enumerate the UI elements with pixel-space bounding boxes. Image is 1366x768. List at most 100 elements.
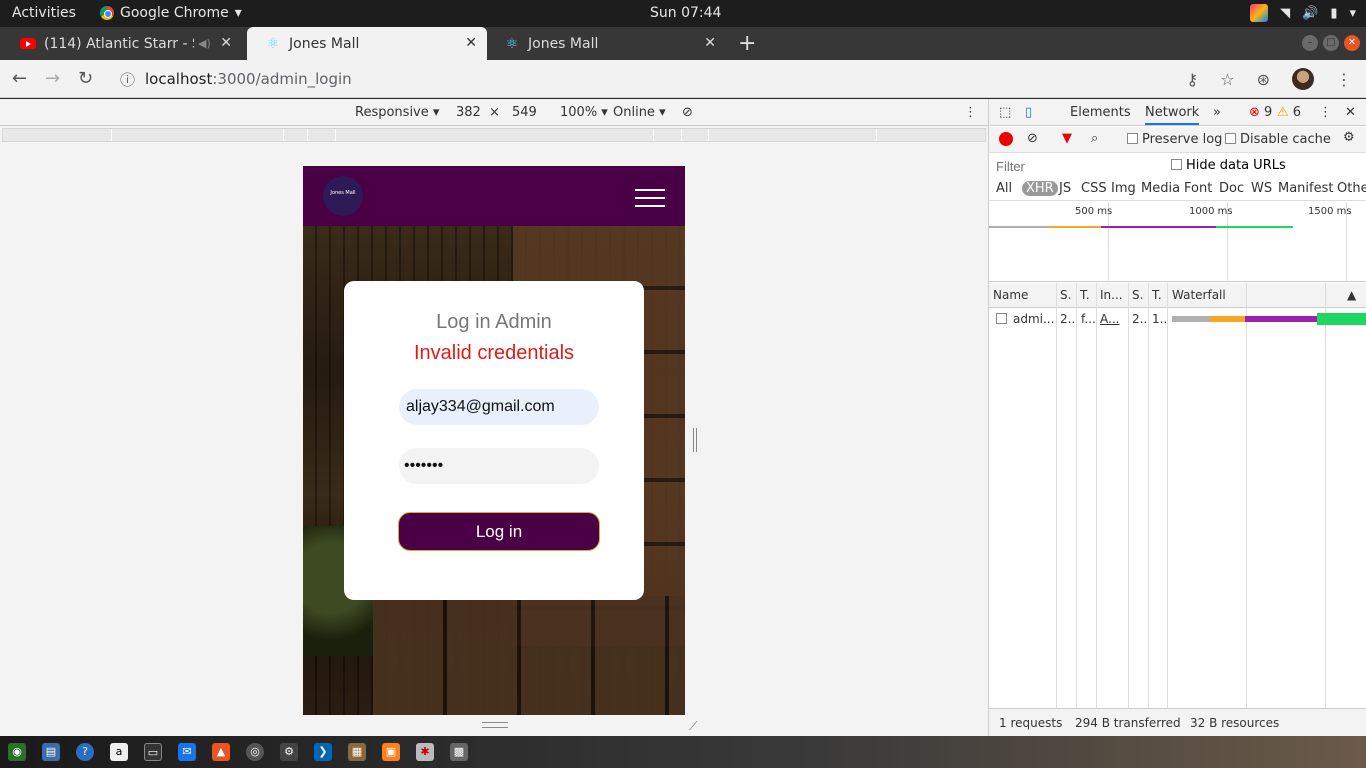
- system-menu-icon[interactable]: ▾: [1349, 6, 1356, 21]
- col-waterfall[interactable]: Waterfall: [1172, 288, 1226, 302]
- device-resize-handle-bottom[interactable]: [482, 722, 508, 728]
- filter-img[interactable]: Img: [1111, 181, 1136, 196]
- devtools-close-icon[interactable]: ✕: [1345, 105, 1356, 120]
- archive-icon[interactable]: ▩: [450, 743, 468, 761]
- col-name[interactable]: Name: [993, 288, 1028, 302]
- extension-icon[interactable]: ⊛: [1257, 70, 1270, 89]
- volume-icon[interactable]: 🔊: [1302, 6, 1318, 21]
- profile-avatar[interactable]: [1292, 68, 1314, 90]
- warning-count[interactable]: ⚠ 6: [1277, 105, 1301, 120]
- vscode-icon[interactable]: ❯: [314, 743, 332, 761]
- wifi-icon[interactable]: ◥: [1280, 6, 1290, 21]
- filter-js[interactable]: JS: [1059, 181, 1071, 196]
- resize-corner-icon[interactable]: ⟋: [689, 719, 697, 734]
- close-window-button[interactable]: ✕: [1344, 35, 1360, 51]
- filter-manifest[interactable]: Manifest: [1278, 181, 1333, 196]
- preserve-log-checkbox[interactable]: Preserve log: [1127, 132, 1222, 147]
- col-size[interactable]: S.: [1132, 288, 1143, 302]
- col-type[interactable]: T.: [1080, 288, 1090, 302]
- hide-data-urls-checkbox[interactable]: Hide data URLs: [1171, 158, 1286, 173]
- request-row[interactable]: admi... 2.. f... A... 2.. 1..: [989, 309, 1366, 331]
- amazon-icon[interactable]: a: [110, 743, 128, 761]
- filter-xhr[interactable]: XHR: [1022, 181, 1058, 196]
- thunderbird-icon[interactable]: ✉: [178, 743, 196, 761]
- row-name[interactable]: admi...: [1013, 312, 1054, 326]
- clock[interactable]: Sun 07:44: [650, 5, 721, 21]
- row-initiator[interactable]: A...: [1100, 312, 1119, 326]
- filter-input[interactable]: [993, 157, 1153, 175]
- col-status[interactable]: S.: [1060, 288, 1071, 302]
- settings-gear-icon[interactable]: ⚙: [1343, 130, 1355, 145]
- back-button[interactable]: ←: [12, 68, 27, 89]
- jetbrains-icon[interactable]: ▣: [382, 743, 400, 761]
- tab-youtube[interactable]: (114) Atlantic Starr - Se ◀) ✕: [2, 27, 242, 60]
- clear-icon[interactable]: ⊘: [1027, 131, 1038, 146]
- reload-button[interactable]: ↻: [78, 68, 93, 89]
- col-time[interactable]: T.: [1152, 288, 1162, 302]
- tab-jones-mall-active[interactable]: ⚛ Jones Mall ✕: [247, 27, 487, 60]
- filter-css[interactable]: CSS: [1081, 181, 1107, 196]
- activities-button[interactable]: Activities: [12, 5, 76, 21]
- network-overview-timeline[interactable]: 500 ms 1000 ms 1500 ms: [989, 202, 1366, 282]
- new-tab-button[interactable]: +: [738, 31, 756, 56]
- disable-cache-checkbox[interactable]: Disable cache: [1225, 132, 1331, 147]
- system-tray[interactable]: ◥ 🔊 ▮ ▾: [1250, 4, 1356, 22]
- help-icon[interactable]: ?: [76, 743, 94, 761]
- throttle-select[interactable]: Online ▾: [613, 105, 666, 120]
- filter-font[interactable]: Font: [1184, 181, 1212, 196]
- filter-doc[interactable]: Doc: [1219, 181, 1244, 196]
- bookmark-star-icon[interactable]: ☆: [1220, 70, 1234, 89]
- sort-ascending-icon[interactable]: ▲: [1347, 288, 1356, 302]
- password-field[interactable]: [399, 448, 599, 484]
- search-icon[interactable]: ⌕: [1091, 131, 1098, 146]
- media-query-bar[interactable]: [2, 128, 986, 142]
- filter-media[interactable]: Media: [1141, 181, 1180, 196]
- hamburger-menu-icon[interactable]: [635, 189, 665, 207]
- zoom-select[interactable]: 100% ▾: [560, 105, 608, 120]
- device-resize-handle-right[interactable]: [693, 428, 697, 452]
- device-width-input[interactable]: 382: [456, 105, 481, 120]
- rotate-icon[interactable]: ⊘: [682, 105, 693, 120]
- jetbrains-toolbox-icon[interactable]: [1250, 4, 1269, 22]
- filter-all[interactable]: All: [996, 181, 1012, 196]
- key-icon[interactable]: ⚷: [1187, 70, 1199, 89]
- gears-icon[interactable]: ⚙: [280, 743, 298, 761]
- software-center-icon[interactable]: ▲: [212, 743, 230, 761]
- battery-icon[interactable]: ▮: [1330, 6, 1337, 21]
- tab-jones-mall[interactable]: ⚛ Jones Mall ✕: [486, 27, 726, 60]
- filter-icon[interactable]: ▼: [1062, 131, 1072, 146]
- device-mode-select[interactable]: Responsive ▾: [355, 105, 439, 120]
- text-editor-icon[interactable]: ▤: [42, 743, 60, 761]
- tool-icon[interactable]: ✱: [416, 743, 434, 761]
- app-menu[interactable]: Google Chrome ▾: [100, 5, 242, 21]
- col-initiator[interactable]: In...: [1100, 288, 1123, 302]
- app-launcher-icon[interactable]: ◉: [8, 743, 26, 761]
- login-button[interactable]: Log in: [398, 512, 600, 551]
- chrome-menu-icon[interactable]: ⋮: [1336, 70, 1352, 89]
- minimize-button[interactable]: –: [1302, 35, 1318, 51]
- address-bar[interactable]: ⓘ localhost:3000/admin_login: [112, 65, 1172, 93]
- more-options-icon[interactable]: ⋮: [964, 105, 977, 120]
- device-height-input[interactable]: 549: [512, 105, 537, 120]
- terminal-icon[interactable]: ▭: [144, 743, 162, 761]
- speaker-icon[interactable]: ◀): [198, 37, 211, 50]
- files-icon[interactable]: ▦: [348, 743, 366, 761]
- tab-close-button[interactable]: ✕: [704, 35, 716, 51]
- error-count[interactable]: ⊗ 9: [1249, 105, 1272, 120]
- device-toggle-icon[interactable]: ▯: [1025, 105, 1032, 120]
- forward-button[interactable]: →: [45, 68, 60, 89]
- tab-elements[interactable]: Elements: [1070, 105, 1131, 120]
- record-icon[interactable]: [999, 132, 1013, 146]
- tab-close-button[interactable]: ✕: [465, 35, 477, 51]
- filter-other[interactable]: Other: [1337, 181, 1366, 196]
- jones-mall-logo[interactable]: Jones Mall: [323, 176, 363, 216]
- maximize-button[interactable]: □: [1323, 35, 1339, 51]
- inspect-element-icon[interactable]: ⬚: [999, 105, 1011, 120]
- more-tabs-icon[interactable]: »: [1213, 105, 1221, 120]
- tab-network[interactable]: Network: [1145, 105, 1200, 125]
- site-info-icon[interactable]: ⓘ: [120, 69, 135, 90]
- filter-ws[interactable]: WS: [1251, 181, 1272, 196]
- chrome-dock-icon[interactable]: ◎: [246, 743, 264, 761]
- devtools-menu-icon[interactable]: ⋮: [1319, 105, 1332, 120]
- email-field[interactable]: [399, 389, 599, 425]
